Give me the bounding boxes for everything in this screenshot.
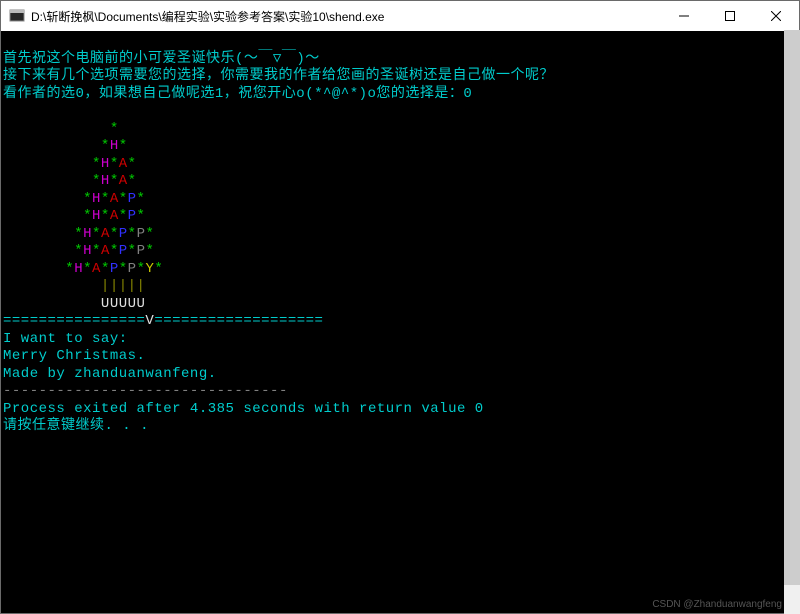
press-any-key-line: 请按任意键继续. . .: [3, 418, 149, 434]
ground-right: ===================: [154, 313, 323, 329]
app-icon: [9, 8, 25, 24]
greeting-line: 首先祝这个电脑前的小可爱圣诞快乐(～￣▽￣)～: [3, 51, 320, 67]
merry-line: Merry Christmas.: [3, 348, 145, 364]
ground-left: ================: [3, 313, 145, 329]
vertical-scrollbar[interactable]: [784, 30, 800, 614]
maximize-button[interactable]: [707, 1, 753, 31]
window-controls: [661, 1, 799, 31]
made-by-line: Made by zhanduanwanfeng.: [3, 366, 217, 382]
tree-row-1: *: [3, 121, 119, 137]
prompt-line-1: 接下来有几个选项需要您的选择，你需要我的作者给您画的圣诞树还是自己做一个呢？: [3, 68, 554, 84]
process-exit-line: Process exited after 4.385 seconds with …: [3, 401, 484, 417]
minimize-button[interactable]: [661, 1, 707, 31]
scrollbar-thumb[interactable]: [784, 30, 800, 585]
close-button[interactable]: [753, 1, 799, 31]
app-window: D:\斩断挽枫\Documents\编程实验\实验参考答案\实验10\shend…: [0, 0, 800, 614]
dash-separator: --------------------------------: [3, 383, 288, 399]
user-choice: 0: [463, 86, 472, 102]
tree-trunk-pipes: |||||: [3, 278, 145, 294]
titlebar[interactable]: D:\斩断挽枫\Documents\编程实验\实验参考答案\实验10\shend…: [1, 1, 799, 31]
say-line: I want to say:: [3, 331, 128, 347]
titlebar-left: D:\斩断挽枫\Documents\编程实验\实验参考答案\实验10\shend…: [9, 8, 384, 25]
window-title: D:\斩断挽枫\Documents\编程实验\实验参考答案\实验10\shend…: [31, 8, 384, 25]
console-output: 首先祝这个电脑前的小可爱圣诞快乐(～￣▽￣)～ 接下来有几个选项需要您的选择，你…: [1, 31, 799, 613]
watermark: CSDN @Zhanduanwangfeng: [652, 599, 782, 610]
tree-trunk-u: UUUUU: [3, 296, 145, 312]
prompt-line-2: 看作者的选0，如果想自己做呢选1，祝您开心o(*^@^*)o您的选择是：: [3, 86, 463, 102]
